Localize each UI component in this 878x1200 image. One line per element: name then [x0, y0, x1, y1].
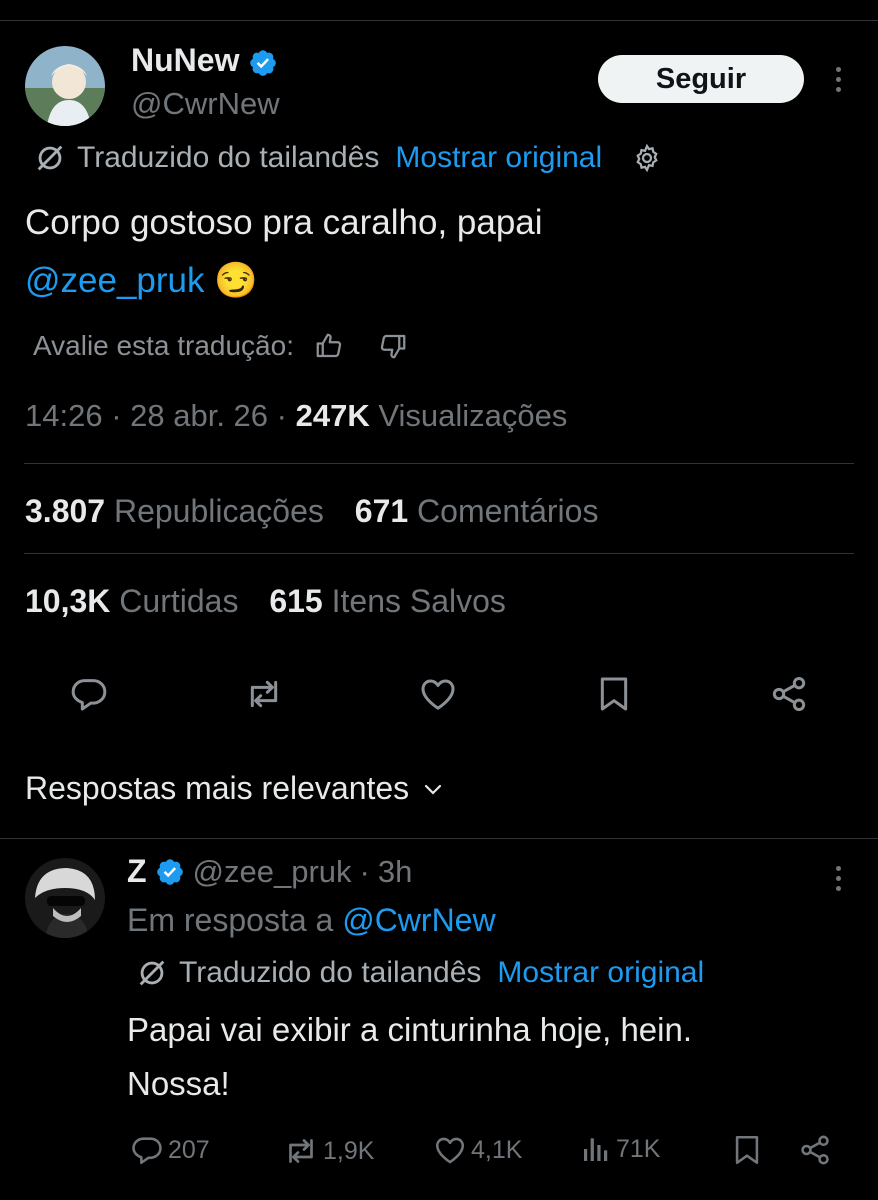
verified-badge-icon [248, 48, 278, 78]
reply-bookmark-button[interactable] [730, 1133, 764, 1167]
comments-count: 671 [354, 493, 409, 529]
views-icon [580, 1133, 612, 1165]
reply-text-line1: Papai vai exibir a cinturinha hoje, hein… [127, 1011, 693, 1048]
top-divider [0, 20, 878, 21]
saves-stat[interactable]: 615 Itens Salvos [269, 583, 506, 619]
views-count-reply: 71K [616, 1134, 661, 1163]
reply-translation-row: Traduzido do tailandês Mostrar original [135, 956, 704, 990]
reply-time[interactable]: 3h [378, 854, 412, 890]
reply-author-handle[interactable]: @zee_pruk [193, 854, 352, 890]
reply-views-button[interactable]: 71K [580, 1133, 660, 1165]
reply-share-button[interactable] [798, 1133, 832, 1167]
in-reply-to: Em resposta a @CwrNew [127, 902, 496, 939]
stats-row-1: 3.807 Republicações 671 Comentários [25, 493, 598, 530]
tweet-meta: 14:26 · 28 abr. 26 · 247K Visualizações [25, 398, 568, 433]
bookmark-icon [594, 674, 634, 714]
comments-stat[interactable]: 671 Comentários [355, 493, 599, 529]
translate-icon [33, 141, 67, 175]
reply-reply-button[interactable]: 207 [130, 1133, 210, 1167]
views-label: Visualizações [378, 398, 568, 433]
smirk-emoji: 😏 [214, 261, 258, 300]
stats-row-2: 10,3K Curtidas 615 Itens Salvos [25, 583, 506, 620]
author-name-row[interactable]: NuNew [131, 42, 278, 79]
repost-count: 1,9K [323, 1136, 375, 1165]
reply-author-name[interactable]: Z [127, 853, 147, 890]
share-icon [769, 674, 809, 714]
replies-sort-dropdown[interactable]: Respostas mais relevantes [25, 770, 445, 807]
mention-link[interactable]: @zee_pruk [25, 261, 205, 300]
like-icon [433, 1133, 467, 1167]
translated-label: Traduzido do tailandês [77, 141, 380, 174]
tweet-body: Corpo gostoso pra caralho, papai @zee_pr… [25, 194, 543, 310]
thumbs-up-icon[interactable] [314, 331, 344, 361]
translated-label: Traduzido do tailandês [179, 956, 482, 989]
reply-body: Papai vai exibir a cinturinha hoje, hein… [127, 1003, 692, 1111]
views-count: 247K [295, 398, 370, 433]
comments-label: Comentários [417, 493, 599, 529]
tweet-time[interactable]: 14:26 [25, 398, 103, 433]
rate-label: Avalie esta tradução: [33, 330, 294, 361]
reposts-count: 3.807 [25, 493, 106, 529]
thumbs-down-icon[interactable] [378, 331, 408, 361]
likes-label: Curtidas [119, 583, 239, 619]
replies-sort-label: Respostas mais relevantes [25, 770, 410, 806]
follow-button[interactable]: Seguir [598, 55, 804, 103]
author-name[interactable]: NuNew [131, 42, 239, 78]
author-avatar[interactable] [25, 46, 105, 126]
reply-count: 207 [168, 1135, 210, 1164]
like-icon [418, 674, 458, 714]
gear-icon[interactable] [632, 143, 662, 173]
like-count: 4,1K [471, 1135, 523, 1164]
likes-stat[interactable]: 10,3K Curtidas [25, 583, 238, 619]
saves-count: 615 [269, 583, 323, 619]
reply-more-icon[interactable] [834, 866, 842, 896]
reply-repost-button[interactable]: 1,9K [283, 1133, 374, 1169]
divider [24, 553, 854, 554]
translation-row: Traduzido do tailandês Mostrar original [33, 141, 662, 175]
reply-header: Z @zee_pruk · 3h [127, 853, 413, 890]
reposts-label: Republicações [113, 493, 324, 529]
like-button[interactable] [417, 673, 459, 715]
reply-icon [69, 674, 109, 714]
reply-like-button[interactable]: 4,1K [433, 1133, 522, 1167]
divider [24, 463, 854, 464]
repost-icon [283, 1133, 319, 1169]
translate-icon [135, 956, 169, 990]
more-icon[interactable] [834, 67, 842, 97]
share-button[interactable] [768, 673, 810, 715]
reply-author-avatar[interactable] [25, 858, 105, 938]
in-reply-prefix: Em resposta a [127, 902, 334, 938]
reply-button[interactable] [68, 673, 110, 715]
show-original-link[interactable]: Mostrar original [497, 956, 704, 990]
reply-icon [130, 1133, 164, 1167]
repost-icon [244, 674, 284, 714]
chevron-down-icon [421, 777, 445, 801]
bookmark-button[interactable] [593, 673, 635, 715]
share-icon [798, 1133, 832, 1167]
divider [0, 838, 878, 839]
bookmark-icon [730, 1133, 764, 1167]
reposts-stat[interactable]: 3.807 Republicações [25, 493, 324, 529]
likes-count: 10,3K [25, 583, 111, 619]
reply-text-line2: Nossa! [127, 1065, 230, 1102]
author-handle[interactable]: @CwrNew [131, 86, 280, 122]
tweet-date[interactable]: 28 abr. 26 [130, 398, 268, 433]
saves-label: Itens Salvos [331, 583, 506, 619]
verified-badge-icon [155, 857, 185, 887]
in-reply-handle[interactable]: @CwrNew [342, 902, 495, 938]
repost-button[interactable] [243, 673, 285, 715]
tweet-text-line1: Corpo gostoso pra caralho, papai [25, 203, 543, 242]
rate-translation-row: Avalie esta tradução: [33, 330, 408, 362]
show-original-link[interactable]: Mostrar original [395, 141, 602, 175]
